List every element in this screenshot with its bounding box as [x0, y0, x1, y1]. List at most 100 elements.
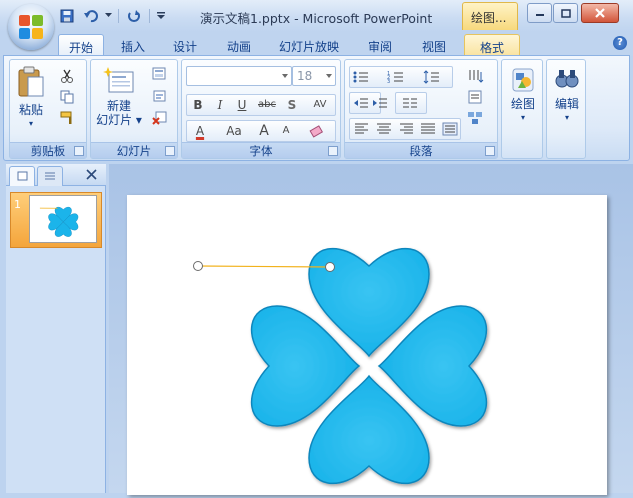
distribute-icon — [442, 122, 458, 136]
tab-outline[interactable] — [37, 166, 63, 186]
new-slide-label-line2: 幻灯片 ▾ — [93, 113, 145, 127]
underline-button[interactable]: U — [232, 95, 252, 115]
paragraph-dialog-launcher[interactable] — [485, 146, 495, 156]
clipboard-dialog-launcher[interactable] — [74, 146, 84, 156]
ribbon-tab-row: 开始 插入 设计 动画 幻灯片放映 审阅 视图 格式 — [0, 32, 633, 56]
line-spacing-button[interactable] — [421, 67, 443, 87]
outline-tab-icon — [38, 167, 62, 185]
connector-start-handle[interactable] — [194, 262, 203, 271]
new-slide-label-line1: 新建 — [93, 99, 145, 113]
line-spacing-icon — [423, 70, 441, 84]
slide-canvas[interactable] — [127, 195, 607, 495]
font-size-value: 18 — [297, 69, 312, 83]
slide-number: 1 — [14, 198, 21, 211]
character-spacing-button[interactable]: AV — [306, 95, 334, 115]
new-slide-button[interactable]: 新建 幻灯片 ▾ — [93, 66, 145, 127]
font-name-combo[interactable] — [186, 66, 292, 86]
drawing-button[interactable]: 绘图 ▾ — [504, 66, 542, 125]
outdent-icon — [353, 96, 369, 110]
font-size-combo[interactable]: 18 — [292, 66, 336, 86]
grow-font-button[interactable]: A — [254, 121, 274, 141]
drawing-label: 绘图 — [504, 97, 542, 111]
thumbnail-clover-image — [30, 196, 96, 242]
justify-button[interactable] — [417, 119, 439, 139]
tab-insert[interactable]: 插入 — [110, 34, 156, 56]
numbering-button[interactable]: 123 — [385, 67, 407, 87]
connector-end-handle[interactable] — [326, 263, 335, 272]
smartart-button[interactable] — [465, 108, 487, 128]
close-pane-button[interactable] — [84, 167, 100, 183]
qat-separator — [149, 9, 150, 23]
reset-button[interactable] — [149, 86, 171, 106]
columns-icon — [402, 96, 418, 110]
delete-slide-button[interactable] — [149, 108, 171, 128]
tab-slides-thumbnails[interactable] — [9, 166, 35, 186]
minimize-button[interactable] — [527, 3, 552, 23]
undo-dropdown[interactable] — [104, 6, 114, 26]
maximize-button[interactable] — [553, 3, 578, 23]
font-color-button[interactable]: A — [190, 121, 210, 141]
format-painter-button[interactable] — [56, 108, 78, 128]
redo-icon — [126, 9, 142, 23]
shrink-font-button[interactable]: A — [276, 121, 296, 141]
slides-dialog-launcher[interactable] — [165, 146, 175, 156]
paste-label: 粘贴 — [14, 103, 48, 117]
cut-button[interactable] — [56, 66, 78, 86]
undo-button[interactable] — [80, 6, 102, 26]
copy-button[interactable] — [56, 87, 78, 107]
align-text-icon — [467, 89, 485, 105]
clover-hearts-shape-group[interactable] — [127, 195, 607, 495]
font-dialog-launcher[interactable] — [328, 146, 338, 156]
bullets-button[interactable] — [350, 67, 372, 87]
quick-access-toolbar — [56, 6, 168, 26]
tab-home[interactable]: 开始 — [58, 34, 104, 56]
columns-button[interactable] — [399, 93, 421, 113]
italic-button[interactable]: I — [210, 95, 230, 115]
copy-icon — [60, 90, 74, 104]
tab-animations[interactable]: 动画 — [214, 34, 264, 56]
eraser-icon — [309, 124, 325, 138]
layout-button[interactable] — [149, 64, 171, 84]
distributed-button[interactable] — [439, 119, 461, 139]
change-case-button[interactable]: Aa — [220, 121, 248, 141]
minimize-icon — [535, 9, 545, 17]
redo-button[interactable] — [123, 6, 145, 26]
indent-icon — [372, 96, 388, 110]
tab-format[interactable]: 格式 — [464, 34, 520, 56]
tab-view[interactable]: 视图 — [408, 34, 460, 56]
paragraph-group-label: 段落 — [345, 142, 497, 158]
strikethrough-button[interactable]: abc — [254, 95, 280, 115]
align-right-button[interactable] — [395, 119, 417, 139]
tab-slide-show[interactable]: 幻灯片放映 — [268, 34, 350, 56]
layout-icon — [152, 67, 168, 81]
tab-design[interactable]: 设计 — [162, 34, 208, 56]
increase-indent-button[interactable] — [369, 93, 391, 113]
drawing-tools-context-tab[interactable]: 绘图... — [462, 2, 518, 30]
delete-icon — [152, 111, 168, 125]
help-icon[interactable]: ? — [613, 36, 627, 50]
text-direction-button[interactable] — [465, 66, 487, 86]
close-button[interactable] — [581, 3, 619, 23]
office-button[interactable] — [8, 4, 54, 50]
bold-button[interactable]: B — [188, 95, 208, 115]
shadow-button[interactable]: S — [282, 95, 302, 115]
paragraph-group: 123 — [344, 59, 498, 159]
editing-button[interactable]: 编辑 ▾ — [548, 66, 586, 125]
paste-dropdown-arrow: ▾ — [14, 117, 48, 131]
ribbon: 粘贴 ▾ 剪贴板 新建 幻灯片 ▾ — [3, 55, 630, 161]
undo-icon — [83, 9, 99, 23]
chevron-down-icon — [282, 74, 288, 78]
slides-pane: 1 — [6, 164, 106, 493]
tab-review[interactable]: 审阅 — [354, 34, 406, 56]
slide-thumbnail[interactable] — [29, 195, 97, 243]
align-text-button[interactable] — [465, 87, 487, 107]
save-button[interactable] — [56, 6, 78, 26]
customize-qat-button[interactable] — [154, 6, 168, 26]
clear-formatting-button[interactable] — [306, 121, 328, 141]
office-logo-icon — [17, 13, 45, 41]
paste-button[interactable]: 粘贴 ▾ — [14, 66, 48, 131]
align-left-button[interactable] — [351, 119, 373, 139]
font-group-label: 字体 — [182, 142, 340, 158]
align-center-button[interactable] — [373, 119, 395, 139]
pane-tabs — [6, 164, 106, 186]
